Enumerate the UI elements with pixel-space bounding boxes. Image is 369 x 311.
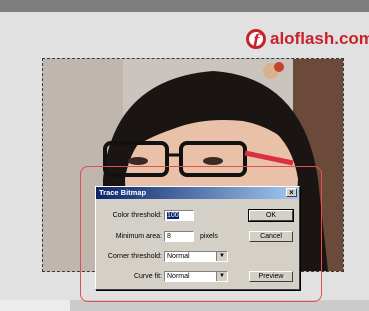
top-toolbar-bar bbox=[0, 0, 369, 12]
minimum-area-label: Minimum area: bbox=[115, 232, 162, 240]
minimum-area-input[interactable]: 8 bbox=[164, 230, 194, 242]
trace-bitmap-dialog: Trace Bitmap × Color threshold: 100 OK M… bbox=[95, 186, 300, 290]
corner-threshold-value: Normal bbox=[167, 252, 190, 260]
color-threshold-label: Color threshold: bbox=[112, 211, 162, 219]
curve-fit-select[interactable]: Normal ▼ bbox=[164, 270, 228, 282]
chevron-down-icon: ▼ bbox=[216, 271, 227, 281]
close-icon[interactable]: × bbox=[286, 188, 297, 197]
dialog-titlebar: Trace Bitmap × bbox=[96, 187, 299, 199]
pixels-unit-label: pixels bbox=[200, 232, 218, 240]
curve-fit-label: Curve fit: bbox=[133, 272, 162, 280]
curve-fit-value: Normal bbox=[167, 272, 190, 280]
corner-threshold-select[interactable]: Normal ▼ bbox=[164, 250, 228, 262]
chevron-down-icon: ▼ bbox=[216, 251, 227, 261]
color-threshold-input[interactable]: 100 bbox=[164, 209, 194, 221]
watermark-logo: aloflash.com bbox=[246, 26, 369, 52]
flash-logo-icon bbox=[246, 29, 266, 49]
cancel-button[interactable]: Cancel bbox=[249, 230, 293, 242]
dialog-title: Trace Bitmap bbox=[99, 188, 147, 197]
corner-threshold-label: Corner threshold: bbox=[107, 252, 162, 260]
ok-button[interactable]: OK bbox=[248, 208, 294, 222]
watermark-text: aloflash.com bbox=[270, 29, 369, 48]
preview-button[interactable]: Preview bbox=[249, 270, 293, 282]
